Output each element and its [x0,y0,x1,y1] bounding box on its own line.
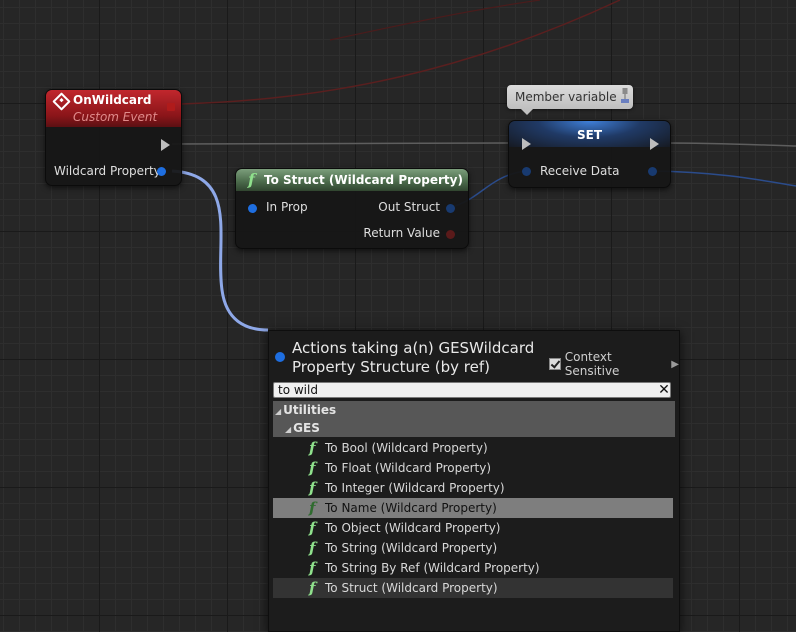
receive-data-out-pin[interactable] [648,167,657,176]
receive-data-label: Receive Data [540,164,620,178]
on-wildcard-subtitle: Custom Event [73,110,158,124]
return-value-pin[interactable] [446,230,455,239]
menu-item-to-bool[interactable]: f To Bool (Wildcard Property) [273,438,673,458]
exec-pin-icon[interactable] [161,139,170,151]
subcategory-label: GES [293,421,320,435]
faint-red-wire-top [329,0,541,41]
exec-wire [171,142,523,145]
function-icon: f [309,539,316,557]
menu-item-label: To Integer (Wildcard Property) [325,481,505,495]
set-node[interactable]: SET Receive Data [508,120,671,188]
delegate-pin[interactable] [167,103,175,111]
function-icon: f [309,459,316,477]
out-struct-pin[interactable] [446,204,455,213]
on-wildcard-title: OnWildcard [73,93,152,107]
tooltip-text: Member variable [515,90,617,104]
struct-pin-icon [275,352,285,362]
set-header[interactable]: SET [509,121,670,147]
out-struct-label: Out Struct [378,200,440,214]
chevron-right-icon[interactable]: ▶ [671,359,679,370]
menu-item-to-string-by-ref[interactable]: f To String By Ref (Wildcard Property) [273,558,673,578]
menu-item-label: To Float (Wildcard Property) [325,461,492,475]
expand-triangle-icon: ◢ [285,425,292,434]
blue-wire-out [651,170,796,187]
menu-item-label: To Object (Wildcard Property) [325,521,501,535]
context-sensitive-label: Context Sensitive [564,350,620,378]
on-wildcard-node[interactable]: OnWildcard Custom Event Wildcard Propert… [45,89,182,186]
menu-item-label: To String By Ref (Wildcard Property) [325,561,540,575]
receive-data-in-pin[interactable] [522,167,531,176]
custom-event-icon [52,92,71,111]
on-wildcard-header[interactable]: OnWildcard Custom Event [46,90,181,127]
menu-item-to-float[interactable]: f To Float (Wildcard Property) [273,458,673,478]
exec-wire-out [661,142,796,147]
set-exec-out-icon[interactable] [650,138,659,150]
to-struct-title: To Struct (Wildcard Property) [264,173,463,187]
menu-item-to-string[interactable]: f To String (Wildcard Property) [273,538,673,558]
clear-icon[interactable]: ✕ [657,382,671,398]
checkbox-icon[interactable] [549,358,561,370]
set-exec-in-icon[interactable] [522,138,531,150]
context-sensitive-toggle[interactable]: Context Sensitive ▶ [549,350,679,378]
function-icon: f [248,170,255,189]
set-title: SET [576,128,603,142]
menu-title: Actions taking a(n) GESWildcard Property… [292,339,535,376]
menu-item-to-name[interactable]: f To Name (Wildcard Property) [273,498,673,518]
to-struct-header[interactable]: f To Struct (Wildcard Property) [236,169,468,191]
category-label: Utilities [283,403,337,417]
category-ges[interactable]: ◢ GES [273,419,675,437]
function-icon: f [309,439,316,457]
member-variable-tooltip: Member variable [507,85,633,115]
action-menu[interactable]: Actions taking a(n) GESWildcard Property… [268,330,680,632]
category-utilities[interactable]: ◢ Utilities [273,401,675,419]
function-icon: f [309,559,316,577]
menu-item-to-struct[interactable]: f To Struct (Wildcard Property) [273,578,673,598]
expand-triangle-icon: ◢ [275,407,282,416]
menu-item-label: To String (Wildcard Property) [325,541,498,555]
pin-icon [621,88,629,103]
menu-item-label: To Bool (Wildcard Property) [325,441,488,455]
wildcard-property-pin[interactable] [157,167,166,176]
return-value-label: Return Value [363,226,440,240]
menu-item-label: To Name (Wildcard Property) [325,501,497,515]
menu-item-label: To Struct (Wildcard Property) [325,581,498,595]
search-input[interactable] [273,382,671,398]
in-prop-pin[interactable] [248,204,257,213]
function-icon: f [309,579,316,597]
wildcard-property-label: Wildcard Property [54,164,161,178]
in-prop-label: In Prop [266,200,308,214]
function-icon: f [309,479,316,497]
function-icon: f [309,499,316,517]
menu-item-to-integer[interactable]: f To Integer (Wildcard Property) [273,478,673,498]
function-icon: f [309,519,316,537]
to-struct-node[interactable]: f To Struct (Wildcard Property) In Prop … [235,168,469,249]
menu-item-to-object[interactable]: f To Object (Wildcard Property) [273,518,673,538]
